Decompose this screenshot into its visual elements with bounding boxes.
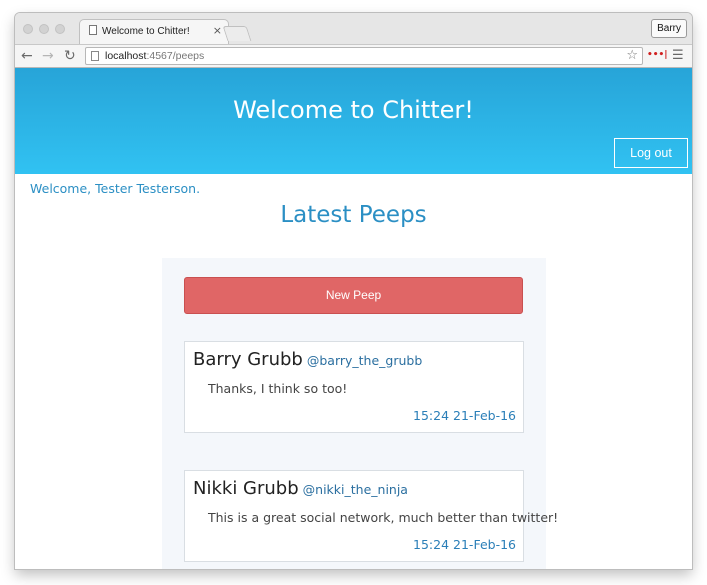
page-info-icon[interactable] [91, 51, 99, 61]
url-host: localhost [105, 50, 147, 62]
reload-icon[interactable]: ↻ [64, 47, 76, 65]
tab-title: Welcome to Chitter! [102, 26, 190, 37]
peep-author-name: Barry Grubb [193, 349, 303, 370]
logout-button[interactable]: Log out [614, 138, 688, 168]
new-tab-button[interactable] [222, 26, 252, 41]
peep-text: Thanks, I think so too! [208, 381, 348, 396]
peep-card: Barry Grubb @barry_the_grubb Thanks, I th… [184, 341, 524, 433]
peeps-panel: New Peep Barry Grubb @barry_the_grubb Tha… [162, 258, 558, 569]
site-title: Welcome to Chitter! [233, 96, 474, 124]
peep-timestamp: 15:24 21-Feb-16 [413, 537, 516, 552]
maximize-window-icon[interactable] [55, 24, 65, 34]
peep-author-name: Nikki Grubb [193, 478, 299, 499]
page-icon [89, 25, 97, 35]
page-content: Welcome to Chitter! Log out Welcome, Tes… [15, 68, 692, 569]
new-peep-button[interactable]: New Peep [184, 277, 523, 314]
browser-menu-icon[interactable]: ☰ [672, 48, 684, 64]
header-banner: Welcome to Chitter! Log out [15, 68, 692, 174]
peep-text: This is a great social network, much bet… [208, 510, 559, 525]
forward-icon[interactable]: → [42, 47, 54, 65]
url-text: localhost:4567/peeps [105, 50, 204, 62]
peep-author: Barry Grubb @barry_the_grubb [193, 349, 422, 370]
peep-card: Nikki Grubb @nikki_the_ninja This is a gr… [184, 470, 558, 562]
welcome-message: Welcome, Tester Testerson. [30, 181, 201, 196]
peep-handle[interactable]: @barry_the_grubb [307, 353, 422, 368]
bookmark-star-icon[interactable]: ☆ [626, 48, 638, 64]
peep-timestamp: 15:24 21-Feb-16 [413, 408, 516, 423]
browser-toolbar: ← → ↻ localhost:4567/peeps ☆ •••| ☰ [15, 44, 692, 68]
back-icon[interactable]: ← [21, 47, 33, 65]
close-window-icon[interactable] [23, 24, 33, 34]
address-bar[interactable]: localhost:4567/peeps ☆ [85, 47, 643, 65]
peep-handle[interactable]: @nikki_the_ninja [303, 482, 408, 497]
profile-button[interactable]: Barry [651, 19, 687, 38]
minimize-window-icon[interactable] [39, 24, 49, 34]
page-heading: Latest Peeps [280, 202, 427, 228]
url-path: :4567/peeps [146, 50, 205, 62]
tab-close-icon[interactable]: × [213, 24, 222, 37]
browser-tab[interactable]: Welcome to Chitter! × [79, 19, 229, 44]
extension-icon[interactable]: •••| [647, 50, 668, 60]
peep-author: Nikki Grubb @nikki_the_ninja [193, 478, 408, 499]
browser-window: Welcome to Chitter! × Barry ← → ↻ localh… [15, 13, 692, 569]
tab-bar: Welcome to Chitter! × Barry [15, 13, 692, 44]
